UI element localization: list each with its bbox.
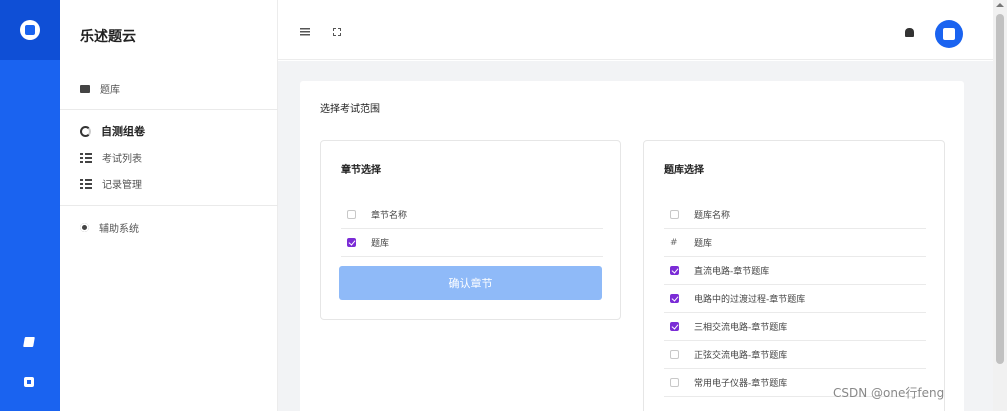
sidebar-item-exam-list[interactable]: 考试列表 xyxy=(80,150,142,165)
list-icon xyxy=(80,178,92,189)
column-header: 章节名称 xyxy=(371,211,408,221)
sidebar-item-label: 自测组卷 xyxy=(101,125,145,138)
table-row[interactable]: 直流电路-章节题库 xyxy=(664,257,926,285)
scroll-up-icon[interactable] xyxy=(996,3,1004,7)
bank-panel: 题库选择 题库名称 # 题库 直流电路-章节题库 电路中的过渡过程-章节题库 三… xyxy=(643,140,945,411)
folder-icon xyxy=(80,84,90,93)
main-content: 选择考试范围 章节选择 章节名称 题库 确认章节 题库选择 题库名称 # 题库 … xyxy=(278,61,993,411)
row-checkbox[interactable] xyxy=(670,266,679,275)
rail-logo[interactable] xyxy=(0,0,60,60)
select-all-checkbox[interactable] xyxy=(670,210,679,219)
ring-icon xyxy=(80,125,91,137)
table-row[interactable]: 正弦交流电路-章节题库 xyxy=(664,341,926,369)
row-label: 电路中的过渡过程-章节题库 xyxy=(694,295,806,305)
chapter-panel: 章节选择 章节名称 题库 确认章节 xyxy=(320,140,621,320)
gear-icon xyxy=(80,223,89,232)
card-title: 选择考试范围 xyxy=(320,104,380,115)
row-checkbox[interactable] xyxy=(670,294,679,303)
confirm-chapter-button[interactable]: 确认章节 xyxy=(339,266,602,300)
sidebar-item-question-bank[interactable]: 题库 xyxy=(80,81,120,96)
menu-toggle-icon[interactable] xyxy=(300,28,310,36)
row-checkbox[interactable] xyxy=(670,378,679,387)
sidebar-item-label: 考试列表 xyxy=(102,154,142,165)
row-label: 正弦交流电路-章节题库 xyxy=(694,351,788,361)
sidebar-item-records[interactable]: 记录管理 xyxy=(80,176,142,191)
logo-icon xyxy=(20,20,40,40)
row-checkbox[interactable] xyxy=(347,238,356,247)
app-rail xyxy=(0,0,60,411)
group-marker: # xyxy=(670,237,678,248)
sidebar-item-label: 记录管理 xyxy=(102,180,142,191)
bell-icon[interactable] xyxy=(905,28,914,37)
row-checkbox[interactable] xyxy=(670,350,679,359)
list-icon xyxy=(80,152,92,163)
table-row[interactable]: 题库 xyxy=(341,229,603,257)
exam-scope-card: 选择考试范围 章节选择 章节名称 题库 确认章节 题库选择 题库名称 # 题库 … xyxy=(300,81,964,411)
group-label: 题库 xyxy=(694,239,713,249)
column-header: 题库名称 xyxy=(694,211,731,221)
app-title: 乐述题云 xyxy=(80,29,136,45)
table-row[interactable]: 三相交流电路-章节题库 xyxy=(664,313,926,341)
row-label: 题库 xyxy=(371,239,390,249)
table-header-row: 题库名称 xyxy=(664,201,926,229)
panel-title: 章节选择 xyxy=(341,165,381,176)
watermark: CSDN @one行feng xyxy=(833,386,945,400)
sidebar-item-label: 辅助系统 xyxy=(99,224,139,235)
sidebar-divider xyxy=(60,205,278,206)
row-label: 常用电子仪器-章节题库 xyxy=(694,379,788,389)
sidebar-item-aux-system[interactable]: 辅助系统 xyxy=(80,220,139,235)
sidebar: 乐述题云 题库 自测组卷 考试列表 记录管理 辅助系统 xyxy=(60,0,278,411)
avatar[interactable] xyxy=(935,20,963,48)
top-header xyxy=(278,0,993,60)
panel-title: 题库选择 xyxy=(664,165,704,176)
book-icon[interactable] xyxy=(23,337,36,349)
s-icon[interactable] xyxy=(24,377,36,389)
row-checkbox[interactable] xyxy=(670,322,679,331)
group-row: # 题库 xyxy=(664,229,926,257)
scroll-thumb[interactable] xyxy=(996,14,1004,364)
table-row[interactable]: 电路中的过渡过程-章节题库 xyxy=(664,285,926,313)
page-scrollbar[interactable] xyxy=(993,0,1007,411)
fullscreen-icon[interactable] xyxy=(333,28,341,36)
sidebar-item-self-test[interactable]: 自测组卷 xyxy=(80,123,145,139)
sidebar-divider xyxy=(60,109,278,110)
row-label: 三相交流电路-章节题库 xyxy=(694,323,788,333)
sidebar-item-label: 题库 xyxy=(100,85,120,96)
table-header-row: 章节名称 xyxy=(341,201,603,229)
row-label: 直流电路-章节题库 xyxy=(694,267,770,277)
select-all-checkbox[interactable] xyxy=(347,210,356,219)
